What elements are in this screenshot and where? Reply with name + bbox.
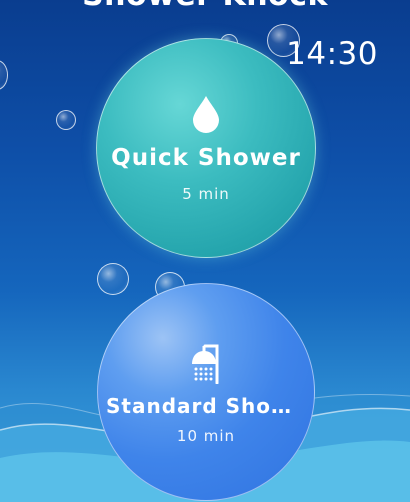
- water-drop-icon: [97, 95, 315, 133]
- bubble-decoration: [0, 60, 8, 90]
- standard-shower-button[interactable]: Standard Shower 10 min: [97, 283, 315, 501]
- shower-head-icon: [98, 344, 314, 384]
- standard-shower-duration: 10 min: [176, 427, 236, 445]
- bubble-decoration: [267, 24, 300, 57]
- quick-shower-duration: 5 min: [182, 185, 230, 203]
- quick-shower-label: Quick Shower: [111, 145, 301, 171]
- bubble-decoration: [97, 263, 129, 295]
- bubble-decoration: [56, 110, 76, 130]
- quick-shower-button[interactable]: Quick Shower 5 min: [96, 38, 316, 258]
- standard-shower-label: Standard Shower: [106, 394, 306, 418]
- app-title: Shower Knock: [0, 0, 410, 13]
